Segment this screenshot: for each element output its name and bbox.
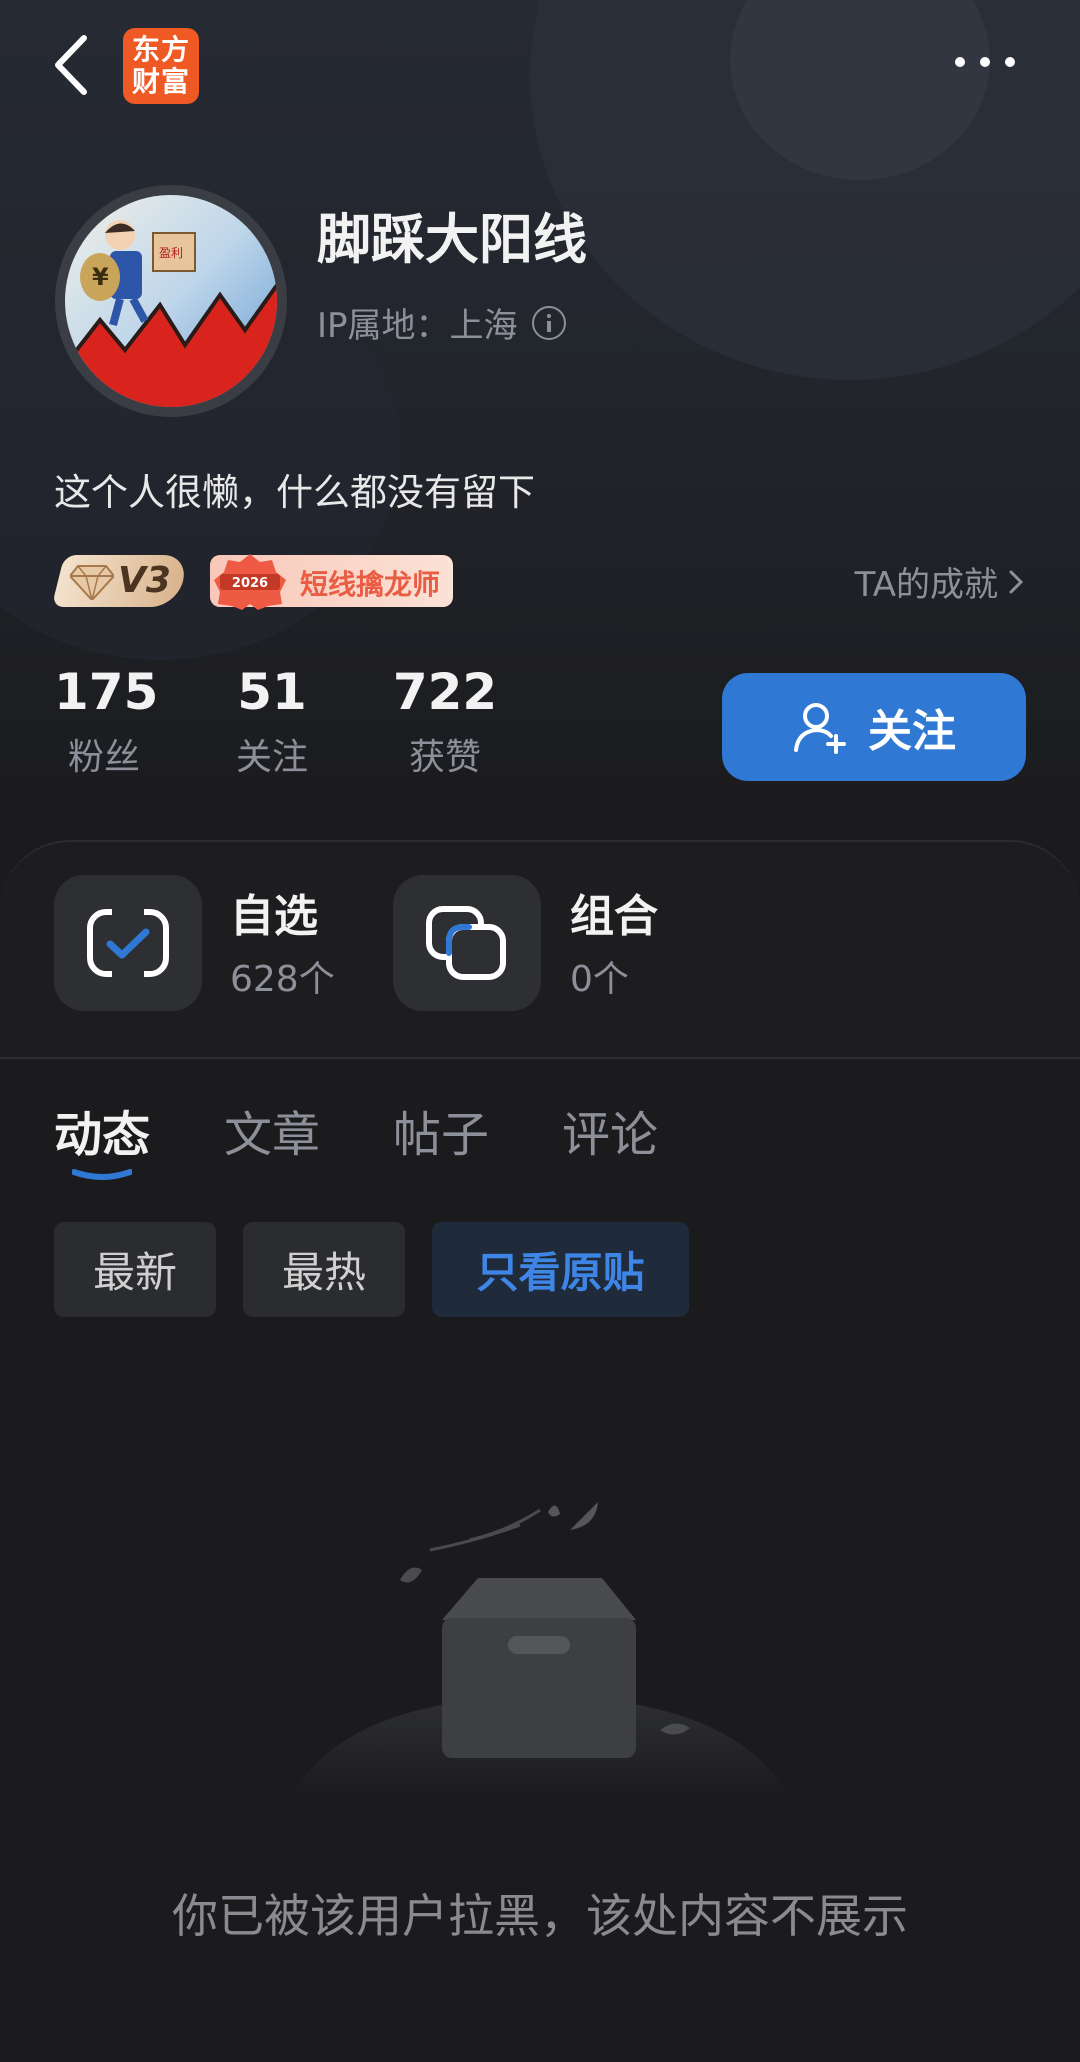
svg-text:¥: ¥ [92,263,109,291]
svg-text:盈利: 盈利 [159,246,183,260]
more-dot-icon [1005,57,1015,67]
stat-likes[interactable]: 722 获赞 [390,662,500,780]
logo-text: 东方 [131,33,190,66]
achievement-link[interactable]: TA的成就 [855,557,1024,606]
chevron-left-icon [55,35,87,95]
portfolio-title[interactable]: 组合 [570,880,658,944]
more-dot-icon [955,57,965,67]
chevron-right-icon [1009,570,1024,593]
follow-button[interactable]: 关注 [722,673,1026,781]
empty-box-illustration [290,1502,790,1800]
filter-hottest[interactable]: 最热 [243,1222,405,1317]
follow-button-label: 关注 [868,706,956,757]
back-button[interactable] [44,30,104,100]
honor-badge-text: 短线擒龙师 [300,568,441,601]
watchlist-count: 628个 [230,959,335,1000]
active-tab-indicator [72,1169,132,1180]
empty-state-message: 你已被该用户拉黑，该处内容不展示 [172,1889,908,1943]
logo-text: 财富 [131,65,190,98]
tab-comments[interactable]: 评论 [562,1095,658,1165]
filter-original-only[interactable]: 只看原贴 [432,1222,689,1317]
stat-value: 51 [237,663,307,721]
ip-location-row: IP属地：上海 [317,298,566,347]
avatar[interactable]: ¥ 盈利 [55,185,287,417]
achievement-label: TA的成就 [854,565,998,605]
more-dot-icon [980,57,990,67]
watchlist-title[interactable]: 自选 [230,880,318,944]
section-divider [0,1057,1080,1059]
top-bar: 东方 财富 [0,20,1080,112]
tab-posts[interactable]: 帖子 [393,1095,489,1165]
ip-location-text: IP属地：上海 [317,306,518,346]
more-options-button[interactable] [950,45,1020,85]
add-user-icon [794,703,846,754]
stat-label: 获赞 [408,737,481,778]
stat-following[interactable]: 51 关注 [222,662,322,780]
portfolio-button[interactable] [393,875,541,1011]
username: 脚踩大阳线 [317,208,587,271]
stat-label: 粉丝 [67,737,140,778]
watchlist-button[interactable] [54,875,202,1011]
tab-activity[interactable]: 动态 [54,1095,150,1165]
stat-value: 722 [392,663,498,721]
stat-fans[interactable]: 175 粉丝 [54,662,159,780]
year-medal-icon: 2026 [214,554,286,610]
app-logo: 东方 财富 [123,28,199,104]
avatar-image: ¥ 盈利 [65,195,277,407]
portfolio-count: 0个 [570,959,629,1000]
filter-latest[interactable]: 最新 [54,1222,216,1317]
tab-articles[interactable]: 文章 [224,1095,320,1165]
info-icon[interactable] [531,305,566,340]
level-badge-text: V3 [118,560,171,601]
watchlist-icon [87,909,169,977]
stat-value: 175 [54,663,159,721]
bio-text: 这个人很懒，什么都没有留下 [54,471,535,514]
stat-label: 关注 [235,737,308,778]
diamond-icon [70,565,114,600]
portfolio-icon [426,906,506,980]
year-medal-text: 2026 [232,576,268,591]
